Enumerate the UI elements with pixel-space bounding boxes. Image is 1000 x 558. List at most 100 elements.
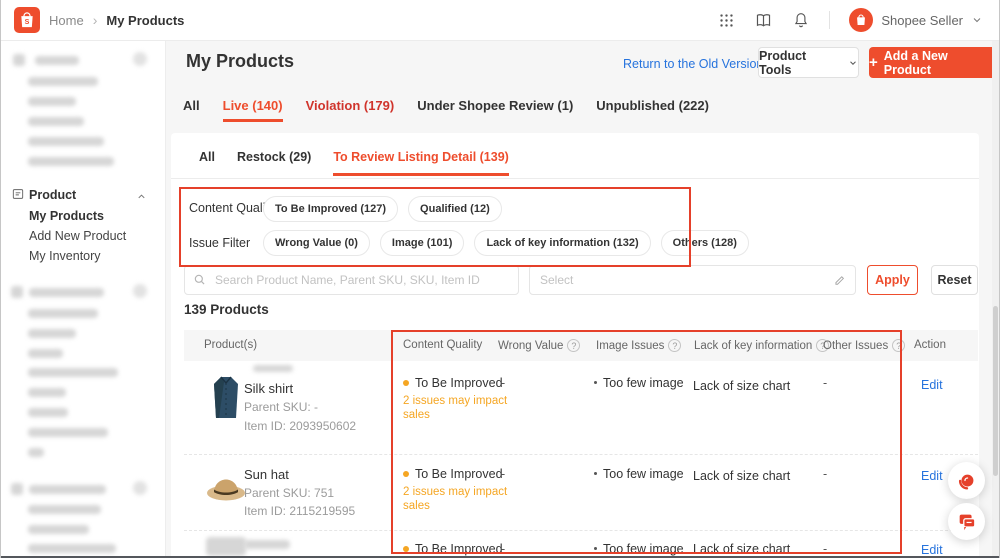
pencil-icon[interactable] [833,273,847,287]
issue-filter-pills: Wrong Value (0) Image (101) Lack of key … [263,230,749,256]
svg-text:S: S [25,18,30,26]
edit-link[interactable]: Edit [921,378,943,392]
status-dot [403,380,409,386]
tab-unpublished[interactable]: Unpublished (222) [596,99,709,122]
notification-bell-icon[interactable] [792,11,810,29]
breadcrumb-home[interactable]: Home [49,13,84,28]
redacted-menu-item[interactable] [28,329,76,338]
add-new-product-button[interactable]: + Add a New Product [869,47,997,78]
content-quality-status: To Be Improved [403,542,503,556]
help-icon[interactable]: ? [892,339,905,352]
sidebar-section-product[interactable]: Product [29,188,76,202]
search-box [184,265,519,295]
chevron-up-icon[interactable] [136,191,147,202]
redacted-menu-item[interactable] [28,388,66,397]
col-other-issues-label: Other Issues [823,340,888,352]
support-icon [956,470,978,492]
shopee-logo[interactable]: S [14,7,40,33]
image-issues-cell: Too few image [594,542,684,556]
filter-wrong-value[interactable]: Wrong Value (0) [263,230,370,256]
account-menu[interactable]: Shopee Seller [849,8,983,32]
sidebar: Product My Products Add New Product My I… [1,41,166,556]
redacted-menu-item[interactable] [28,525,89,534]
other-issues-cell: - [823,376,827,390]
chevron-down-icon [971,14,983,26]
products-count: 139 Products [184,302,269,317]
add-new-product-label: Add a New Product [884,49,997,77]
scrollbar-thumb[interactable] [993,306,998,476]
apps-grid-icon[interactable] [718,12,735,29]
apply-button[interactable]: Apply [867,265,918,295]
select-input[interactable] [538,272,827,288]
subtab-to-review-listing-detail[interactable]: To Review Listing Detail (139) [333,150,509,176]
redacted-product-thumbnail [206,537,246,556]
redacted-menu-item[interactable] [28,157,114,166]
redacted-menu-item[interactable] [28,117,84,126]
chevron-down-icon [848,58,858,68]
edit-link[interactable]: Edit [921,543,943,556]
return-old-version-link[interactable]: Return to the Old Version [623,57,763,71]
sidebar-item-my-products[interactable]: My Products [29,209,104,223]
learn-book-icon[interactable] [754,11,773,30]
redacted-section-icon [13,54,25,66]
redacted-menu-item[interactable] [28,408,68,417]
redacted-menu-item[interactable] [28,505,101,514]
shopee-seller-window: S Home › My Products [0,0,1000,558]
reset-button[interactable]: Reset [931,265,978,295]
sidebar-item-my-inventory[interactable]: My Inventory [29,249,101,263]
product-tools-button[interactable]: Product Tools [758,47,859,78]
subtab-restock[interactable]: Restock (29) [237,150,311,176]
tab-under-shopee-review[interactable]: Under Shopee Review (1) [417,99,573,122]
webchat-float-button[interactable] [948,503,985,540]
redacted-menu-item[interactable] [28,368,118,377]
redacted-menu-item[interactable] [28,349,63,358]
plus-icon: + [869,54,878,71]
redacted-menu-item[interactable] [28,448,44,457]
redacted-menu-item[interactable] [28,137,104,146]
redacted-menu-item[interactable] [28,428,108,437]
topbar-divider [829,11,830,29]
product-parent-sku: Parent SKU: - [244,400,318,414]
page-title: My Products [186,51,294,72]
account-name: Shopee Seller [881,13,963,28]
filter-qualified[interactable]: Qualified (12) [408,196,502,222]
lack-cell: Lack of size chart [693,542,790,556]
sidebar-item-add-new-product[interactable]: Add New Product [29,229,126,243]
redacted-menu-item[interactable] [28,97,76,106]
tab-violation[interactable]: Violation (179) [306,99,395,122]
page-scrollbar [992,41,999,556]
lack-cell: Lack of size chart [693,469,790,483]
edit-link[interactable]: Edit [921,469,943,483]
filter-image[interactable]: Image (101) [380,230,465,256]
filter-others[interactable]: Others (128) [661,230,749,256]
support-float-button[interactable] [948,462,985,499]
product-tools-label: Product Tools [759,49,842,77]
live-subtabs: All Restock (29) To Review Listing Detai… [199,150,509,176]
subtabs-divider [171,178,979,179]
col-content-quality: Content Quality [403,339,482,351]
redacted-section-header[interactable] [29,485,106,494]
product-thumbnail [206,466,246,507]
filter-lack-of-key-information[interactable]: Lack of key information (132) [474,230,650,256]
table-row: To Be Improved - Too few image Lack of s… [184,531,978,556]
help-icon[interactable]: ? [668,339,681,352]
help-icon[interactable]: ? [567,339,580,352]
col-lack-label: Lack of key information [694,340,812,352]
product-section-icon [11,187,25,201]
redacted-menu-item[interactable] [28,544,116,553]
table-header: Product(s) Content Quality Wrong Value ?… [184,330,978,361]
search-input[interactable] [213,272,510,288]
subtab-all[interactable]: All [199,150,215,176]
collapse-toggle[interactable] [133,52,147,66]
collapse-toggle[interactable] [133,481,147,495]
collapse-toggle[interactable] [133,284,147,298]
redacted-menu-item[interactable] [28,77,98,86]
redacted-section-header[interactable] [29,288,104,297]
redacted-section-icon [11,483,23,495]
impact-note: 2 issues may impact sales [403,394,511,422]
redacted-menu-item[interactable] [28,309,98,318]
filter-to-be-improved[interactable]: To Be Improved (127) [263,196,398,222]
redacted-section-header[interactable] [35,56,79,65]
tab-live[interactable]: Live (140) [223,99,283,122]
tab-all[interactable]: All [183,99,200,122]
